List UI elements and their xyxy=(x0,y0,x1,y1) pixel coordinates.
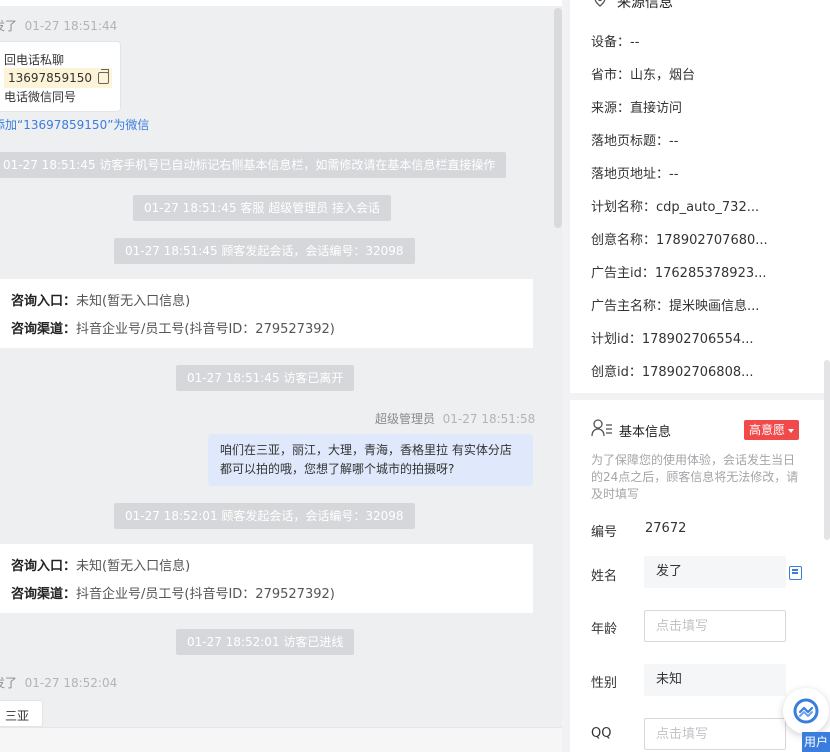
phone-number: 13697859150 xyxy=(8,71,92,85)
system-message: 01-27 18:51:45 客服 超级管理员 接入会话 xyxy=(133,195,392,221)
user-side-tab[interactable]: 用户 xyxy=(802,732,830,752)
message-line: 回电话私聊 xyxy=(4,53,65,67)
system-message: 01-27 18:51:45 访客手机号已自动标记右侧基本信息栏，如需修改请在基… xyxy=(0,152,507,178)
panel-divider xyxy=(562,0,570,752)
source-row-plan-name: 计划名称：cdp_auto_732... xyxy=(591,200,760,215)
agent-name: 超级管理员 xyxy=(375,412,436,426)
system-message: 01-27 18:51:45 顾客发起会话，会话编号：32098 xyxy=(114,238,415,264)
caret-down-icon xyxy=(788,428,795,433)
chat-scrollbar[interactable] xyxy=(554,8,562,228)
source-row-origin: 来源：直接访问 xyxy=(591,101,683,116)
edit-notice: 为了保障您的使用体验，会话发生当日的24点之后，顾客信息将无法修改，请及时填写 xyxy=(591,453,799,501)
agent-message-bubble: 咱们在三亚，丽江，大理，青海，香格里拉 有实体分店都可以拍的哦，您想了解哪个城市… xyxy=(208,434,533,486)
copy-icon[interactable] xyxy=(789,566,802,580)
location-pin-icon xyxy=(594,0,606,7)
system-message: 01-27 18:52:01 访客已进线 xyxy=(176,629,355,655)
person-list-icon xyxy=(591,419,612,437)
consult-channel-row: 咨询渠道：抖音企业号/员工号(抖音号ID：279527392) xyxy=(11,587,335,602)
visitor-message-meta: 发了 01-27 18:51:44 xyxy=(0,17,117,34)
name-field[interactable]: 发了 xyxy=(644,556,786,588)
source-row-creative-id: 创意id：178902706808... xyxy=(591,365,754,380)
consult-entry-row: 咨询入口：未知(暂无入口信息) xyxy=(11,294,191,309)
qq-input[interactable] xyxy=(644,718,786,750)
source-row-device: 设备：-- xyxy=(591,35,640,50)
visitor-message-bubble: 三亚 xyxy=(0,700,43,727)
source-row-advertiser-id: 广告主id：176285378923... xyxy=(591,266,767,281)
visitor-message-bubble: 回电话私聊 13697859150 电话微信同号 xyxy=(0,41,121,112)
consult-channel-row: 咨询渠道：抖音企业号/员工号(抖音号ID：279527392) xyxy=(11,322,335,337)
visitor-message-meta: 发了 01-27 18:52:04 xyxy=(0,674,117,691)
chat-input-area[interactable] xyxy=(0,727,562,752)
consult-info-card: 咨询入口：未知(暂无入口信息) 咨询渠道：抖音企业号/员工号(抖音号ID：279… xyxy=(0,279,533,348)
message-time: 01-27 18:51:58 xyxy=(442,412,536,426)
message-time: 01-27 18:52:04 xyxy=(24,676,118,690)
source-row-region: 省市：山东，烟台 xyxy=(591,68,696,83)
agent-message-meta: 超级管理员 01-27 18:51:58 xyxy=(375,410,535,427)
intention-tag-dropdown[interactable]: 高意愿 xyxy=(744,420,800,440)
system-message: 01-27 18:52:01 顾客发起会话，会话编号：32098 xyxy=(114,503,415,529)
source-row-creative-name: 创意名称：178902707680... xyxy=(591,233,768,248)
add-wechat-link[interactable]: 添加“13697859150”为微信 xyxy=(0,116,149,133)
visitor-name: 发了 xyxy=(0,19,18,33)
consult-info-card: 咨询入口：未知(暂无入口信息) 咨询渠道：抖音企业号/员工号(抖音号ID：279… xyxy=(0,544,533,613)
id-label: 编号 xyxy=(591,525,618,540)
gender-field[interactable]: 未知 xyxy=(644,664,786,696)
intention-tag-label: 高意愿 xyxy=(749,423,786,437)
age-input[interactable] xyxy=(644,610,786,642)
message-time: 01-27 18:51:44 xyxy=(24,19,118,33)
visitor-name: 发了 xyxy=(0,676,18,690)
gender-label: 性别 xyxy=(591,676,618,691)
chat-panel: 发了 01-27 18:51:44 回电话私聊 13697859150 电话微信… xyxy=(0,0,562,752)
qq-label: QQ xyxy=(591,726,612,741)
source-row-landing-url: 落地页地址：-- xyxy=(591,167,679,182)
phone-highlight[interactable]: 13697859150 xyxy=(4,68,112,88)
id-value: 27672 xyxy=(645,521,687,536)
section-separator xyxy=(570,393,830,400)
chat-top-strip xyxy=(0,0,562,6)
source-info-title: 来源信息 xyxy=(617,0,673,11)
panel-scrollbar[interactable] xyxy=(824,360,830,540)
source-row-plan-id: 计划id：178902706554... xyxy=(591,332,754,347)
name-label: 姓名 xyxy=(591,569,618,584)
message-line: 电话微信同号 xyxy=(4,90,77,104)
assistant-logo-icon xyxy=(793,698,819,724)
age-label: 年龄 xyxy=(591,622,618,637)
copy-icon[interactable] xyxy=(97,69,109,84)
source-row-advertiser-name: 广告主名称：提米映画信息... xyxy=(591,299,760,314)
assistant-float-button[interactable] xyxy=(783,688,829,734)
system-message: 01-27 18:51:45 访客已离开 xyxy=(176,365,355,391)
basic-info-title: 基本信息 xyxy=(619,425,672,440)
consult-entry-row: 咨询入口：未知(暂无入口信息) xyxy=(11,559,191,574)
source-row-landing-title: 落地页标题：-- xyxy=(591,134,679,149)
